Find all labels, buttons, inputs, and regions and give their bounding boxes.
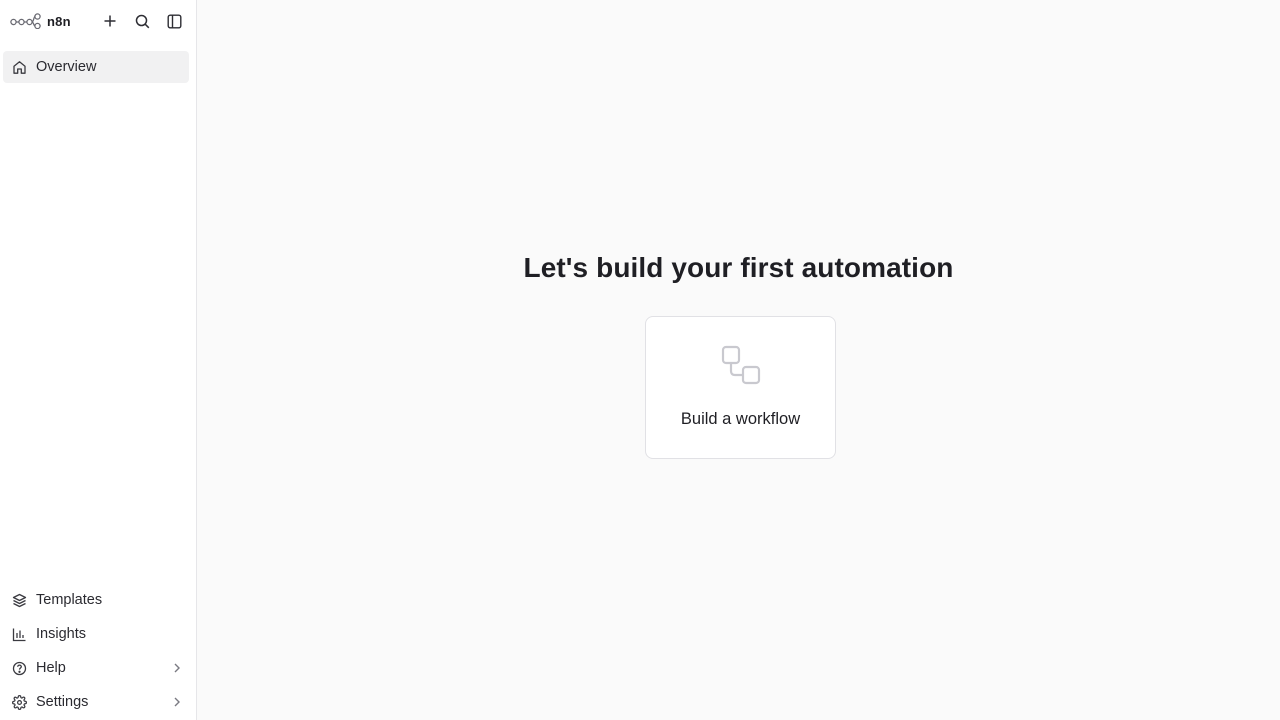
- app-root: n8n Overview Templates Insights Help Set…: [0, 0, 1280, 720]
- main-content: Let's build your first automation Build …: [197, 0, 1280, 720]
- page-title: Let's build your first automation: [523, 252, 954, 283]
- build-workflow-card[interactable]: Build a workflow: [645, 316, 836, 459]
- help-circle-icon: [11, 660, 27, 676]
- sidebar-item-label: Help: [36, 660, 66, 676]
- sidebar-item-label: Overview: [36, 59, 97, 75]
- sidebar-item-overview[interactable]: Overview: [3, 51, 189, 83]
- gear-icon: [11, 694, 27, 710]
- sidebar-item-label: Settings: [36, 694, 89, 710]
- n8n-logo[interactable]: n8n: [10, 13, 71, 29]
- chevron-right-icon: [173, 696, 181, 708]
- sidebar-actions: [98, 9, 186, 33]
- sidebar-nav-bottom: Templates Insights Help Settings: [3, 584, 189, 718]
- build-workflow-label: Build a workflow: [680, 410, 801, 428]
- bar-chart-icon: [11, 626, 27, 642]
- toggle-sidebar-button[interactable]: [162, 9, 186, 33]
- create-button[interactable]: [98, 9, 122, 33]
- sidebar-item-insights[interactable]: Insights: [3, 618, 189, 650]
- n8n-logo-icon: [10, 13, 41, 29]
- sidebar-toggle-icon: [167, 14, 182, 29]
- sidebar-item-settings[interactable]: Settings: [3, 686, 189, 718]
- sidebar-item-templates[interactable]: Templates: [3, 584, 189, 616]
- sidebar-item-label: Insights: [36, 626, 86, 642]
- sidebar-nav-top: Overview: [0, 42, 196, 83]
- workflow-nodes-icon: [721, 345, 761, 390]
- sidebar-item-help[interactable]: Help: [3, 652, 189, 684]
- app-name: n8n: [47, 13, 71, 29]
- sidebar: n8n Overview Templates Insights Help Set…: [0, 0, 197, 720]
- layers-icon: [11, 592, 27, 608]
- plus-icon: [104, 15, 116, 27]
- home-icon: [11, 59, 27, 75]
- sidebar-header: n8n: [0, 0, 196, 42]
- chevron-right-icon: [173, 662, 181, 674]
- sidebar-item-label: Templates: [36, 592, 103, 608]
- search-icon: [135, 14, 149, 28]
- search-button[interactable]: [130, 9, 154, 33]
